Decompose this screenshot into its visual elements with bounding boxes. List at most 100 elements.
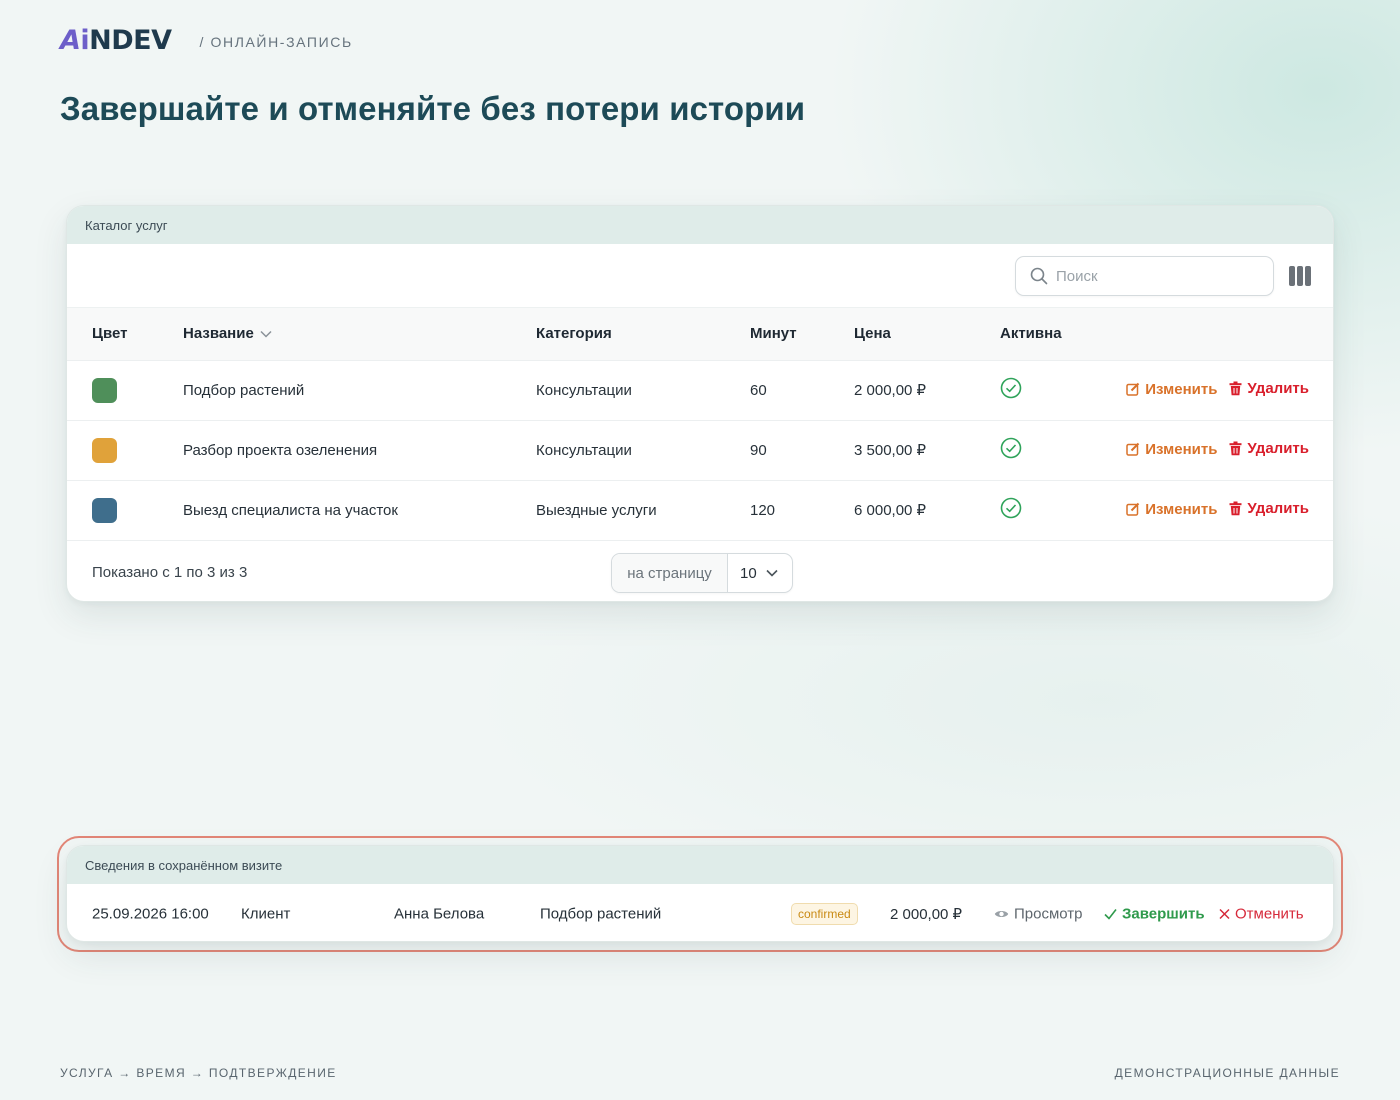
column-header-name[interactable]: Название: [183, 308, 536, 360]
logo-letter-i: i: [80, 25, 90, 56]
cell-category: Консультации: [536, 441, 632, 459]
table-header-row: Цвет Название Категория Минут Цена Актив…: [67, 308, 1333, 360]
table-row: Выезд специалиста на участок Выездные усл…: [67, 480, 1333, 540]
edit-button[interactable]: Изменить: [1126, 501, 1217, 518]
edit-icon: [1126, 382, 1140, 396]
visit-price: 2 000,00 ₽: [890, 905, 963, 923]
page-title: Завершайте и отменяйте без потери истори…: [60, 90, 806, 127]
edit-button-label: Изменить: [1145, 440, 1218, 458]
cancel-button-label: Отменить: [1235, 905, 1304, 922]
cell-actions: Изменить Удалить: [1120, 360, 1333, 420]
active-check-icon: [1000, 377, 1022, 399]
eye-icon: [994, 910, 1009, 917]
cell-name: Подбор растений: [183, 381, 305, 399]
cell-category: Консультации: [536, 381, 632, 399]
edit-icon: [1126, 503, 1140, 516]
delete-button[interactable]: Удалить: [1229, 440, 1309, 457]
pagination-summary: Показано с 1 по 3 из 3: [92, 564, 248, 581]
edit-button[interactable]: Изменить: [1126, 381, 1217, 398]
visit-card-title: Сведения в сохранённом визите: [67, 846, 1333, 884]
brand-logo[interactable]: Ai NDEV: [60, 25, 172, 56]
cell-actions: Изменить Удалить: [1120, 480, 1333, 540]
color-swatch: [92, 437, 117, 463]
visit-client-label: Клиент: [241, 905, 291, 922]
column-header-active: Активна: [1000, 325, 1062, 343]
visit-datetime: 25.09.2026 16:00: [92, 905, 209, 922]
column-header-actions: [1120, 308, 1333, 360]
check-icon: [1104, 908, 1117, 919]
color-swatch: [92, 497, 117, 523]
cell-price: 3 500,00 ₽: [854, 442, 927, 459]
cell-price: 6 000,00 ₽: [854, 502, 927, 520]
color-swatch: [92, 377, 117, 403]
column-header-name-label: Название: [183, 325, 254, 343]
saved-visit-card: Сведения в сохранённом визите 25.09.2026…: [66, 845, 1334, 942]
cell-active: [1000, 420, 1120, 480]
active-check-icon: [1000, 437, 1022, 459]
cell-minutes: 120: [750, 501, 776, 519]
catalog-card-title: Каталог услуг: [67, 206, 1333, 244]
cell-actions: Изменить Удалить: [1120, 420, 1333, 480]
logo-letter-a: A: [60, 25, 81, 56]
cell-minutes: 60: [750, 381, 767, 399]
visit-client-name: Анна Белова: [394, 905, 485, 922]
column-header-minutes: Минут: [750, 325, 797, 343]
cell-minutes: 90: [750, 441, 767, 459]
table-row: Разбор проекта озеленения Консультации 90 3…: [67, 420, 1333, 480]
table-body: Подбор растений Консультации 60 2 000,00 ₽ И…: [67, 360, 1333, 540]
cell-color: [67, 480, 183, 540]
per-page-label: на страницу: [612, 554, 728, 592]
column-header-price: Цена: [854, 325, 891, 343]
demo-data-note: ДЕМОНСТРАЦИОННЫЕ ДАННЫЕ: [1114, 1066, 1340, 1080]
per-page-control: на страницу 10: [611, 553, 793, 593]
complete-button[interactable]: Завершить: [1104, 905, 1205, 922]
cell-active: [1000, 480, 1120, 540]
visit-service: Подбор растений: [540, 905, 662, 922]
status-badge: confirmed: [791, 902, 858, 925]
cell-active: [1000, 360, 1120, 420]
trash-icon: [1229, 441, 1242, 456]
table-footer: Показано с 1 по 3 из 3 на страницу 10: [67, 540, 1333, 601]
edit-button-label: Изменить: [1145, 380, 1218, 398]
column-header-color: Цвет: [92, 325, 128, 343]
chevron-down-icon: [766, 569, 778, 577]
cell-category: Выездные услуги: [536, 501, 657, 519]
chevron-down-icon: [260, 331, 272, 338]
delete-button[interactable]: Удалить: [1229, 500, 1309, 517]
logo-wordmark: NDEV: [89, 25, 172, 56]
trash-icon: [1229, 501, 1242, 516]
cell-color: [67, 420, 183, 480]
delete-button-label: Удалить: [1247, 380, 1309, 397]
table-row: Подбор растений Консультации 60 2 000,00 ₽ И…: [67, 360, 1333, 420]
active-check-icon: [1000, 497, 1022, 519]
delete-button-label: Удалить: [1247, 440, 1309, 457]
per-page-value: 10: [740, 564, 757, 582]
per-page-select[interactable]: 10: [728, 554, 792, 592]
search-input[interactable]: [1056, 261, 1256, 291]
catalog-toolbar: [67, 244, 1333, 308]
search-box[interactable]: [1015, 256, 1274, 296]
header: Ai NDEV / ОНЛАЙН-ЗАПИСЬ: [60, 25, 353, 56]
close-icon: [1219, 908, 1230, 919]
search-icon: [1030, 267, 1048, 285]
edit-button[interactable]: Изменить: [1126, 441, 1217, 458]
cell-color: [67, 360, 183, 420]
edit-icon: [1126, 442, 1140, 456]
visit-row: 25.09.2026 16:00 Клиент Анна Белова Подб…: [67, 884, 1333, 941]
breadcrumb: / ОНЛАЙН-ЗАПИСЬ: [199, 34, 353, 50]
delete-button-label: Удалить: [1247, 500, 1309, 518]
cell-name: Выезд специалиста на участок: [183, 501, 398, 519]
cell-name: Разбор проекта озеленения: [183, 441, 378, 459]
view-button-label: Просмотр: [1014, 905, 1083, 922]
service-catalog-card: Каталог услуг Цвет Название Категория Ми…: [66, 205, 1334, 602]
columns-toggle-icon[interactable]: [1289, 266, 1311, 286]
cell-price: 2 000,00 ₽: [854, 382, 927, 399]
column-header-category: Категория: [536, 325, 612, 343]
edit-button-label: Изменить: [1145, 500, 1218, 518]
cancel-button[interactable]: Отменить: [1219, 905, 1304, 922]
delete-button[interactable]: Удалить: [1229, 380, 1309, 397]
complete-button-label: Завершить: [1122, 905, 1205, 922]
trash-icon: [1229, 381, 1242, 396]
flow-steps: УСЛУГА → ВРЕМЯ → ПОДТВЕРЖДЕНИЕ: [60, 1066, 337, 1080]
view-button[interactable]: Просмотр: [994, 905, 1083, 922]
